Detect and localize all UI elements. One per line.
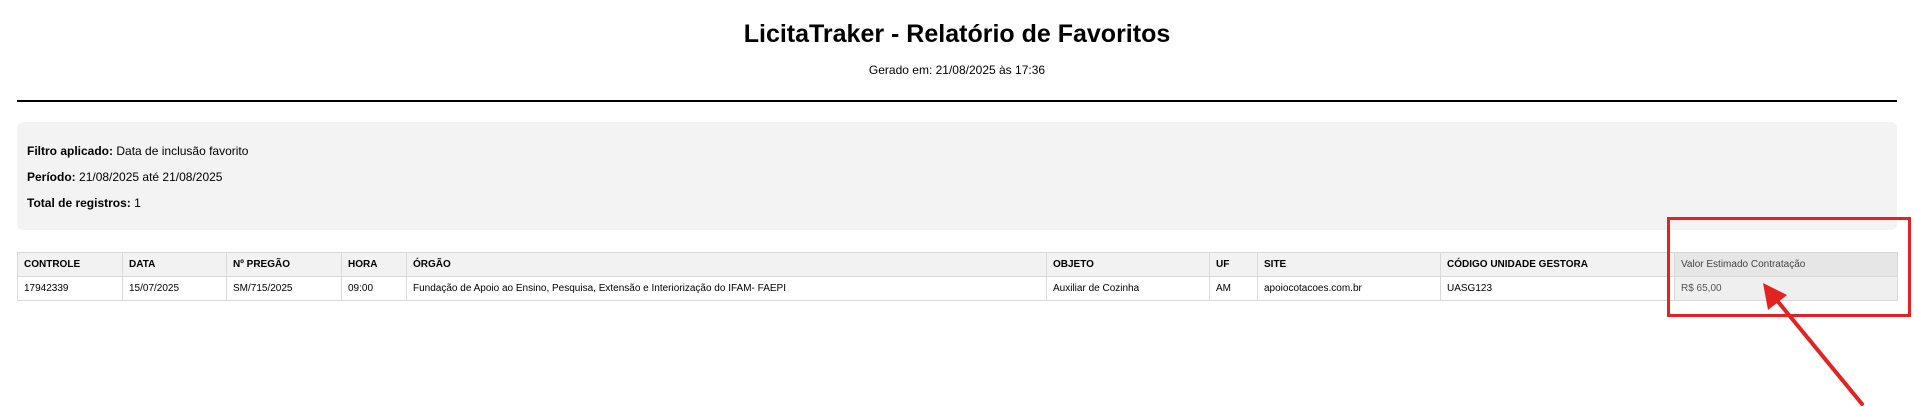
column-header-hora: HORA [341,252,407,277]
total-records: Total de registros: 1 [27,195,141,211]
column-header-objeto: OBJETO [1046,252,1210,277]
cell-data: 15/07/2025 [122,276,227,301]
period: Período: 21/08/2025 até 21/08/2025 [27,169,222,185]
report-title: LicitaTraker - Relatório de Favoritos [743,20,1171,48]
cell-hora: 09:00 [341,276,407,301]
applied-filter-label: Filtro aplicado: [27,144,114,158]
applied-filter: Filtro aplicado: Data de inclusão favori… [27,143,248,159]
column-header-site: SITE [1257,252,1441,277]
filter-summary: Filtro aplicado: Data de inclusão favori… [17,122,1897,230]
report-header: LicitaTraker - Relatório de Favoritos Ge… [17,0,1897,102]
cell-objeto: Auxiliar de Cozinha [1046,276,1210,301]
results-table: CONTROLE DATA Nº PREGÃO HORA ÓRGÃO OBJET… [17,252,1898,301]
period-label: Período: [27,170,76,184]
total-records-label: Total de registros: [27,196,131,210]
column-header-valor-estimado: Valor Estimado Contratação [1674,252,1898,277]
column-header-controle: CONTROLE [17,252,123,277]
column-header-pregao: Nº PREGÃO [226,252,342,277]
column-header-data: DATA [122,252,227,277]
cell-uf: AM [1209,276,1258,301]
cell-valor-estimado: R$ 65,00 [1674,276,1898,301]
cell-controle: 17942339 [17,276,123,301]
cell-orgao: Fundação de Apoio ao Ensino, Pesquisa, E… [406,276,1047,301]
column-header-uf: UF [1209,252,1258,277]
column-header-orgao: ÓRGÃO [406,252,1047,277]
cell-site: apoiocotacoes.com.br [1257,276,1441,301]
cell-pregao: SM/715/2025 [226,276,342,301]
table-row: 17942339 15/07/2025 SM/715/2025 09:00 Fu… [17,276,1898,301]
table-header-row: CONTROLE DATA Nº PREGÃO HORA ÓRGÃO OBJET… [17,252,1898,277]
column-header-codigo-unidade: CÓDIGO UNIDADE GESTORA [1440,252,1675,277]
applied-filter-value: Data de inclusão favorito [116,144,249,158]
total-records-value: 1 [134,196,141,210]
period-value: 21/08/2025 até 21/08/2025 [79,170,223,184]
generated-timestamp: Gerado em: 21/08/2025 às 17:36 [868,63,1046,77]
cell-codigo-unidade: UASG123 [1440,276,1675,301]
